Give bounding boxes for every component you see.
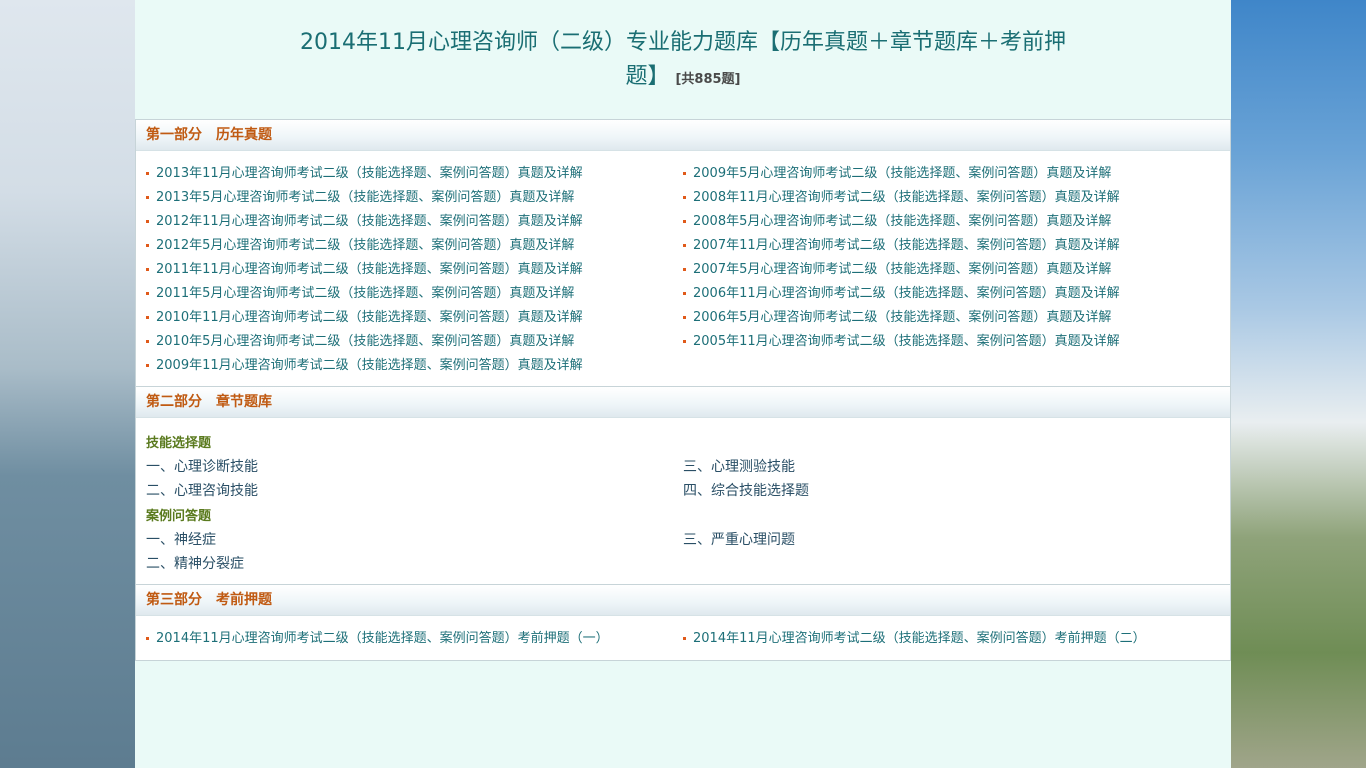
section-part-label: 第二部分 [146,394,202,410]
chapter-link[interactable]: 三、心理测验技能 [683,456,795,476]
subsection-title: 案例问答题 [146,509,212,524]
section-header: 第二部分 章节题库 [136,387,1230,418]
page-title: 2014年11月心理咨询师（二级）专业能力题库【历年真题＋章节题库＋考前押 题】… [135,0,1231,97]
chapter-link[interactable]: 一、心理诊断技能 [146,456,258,476]
section-divider [135,660,1231,661]
section-name: 章节题库 [216,394,272,410]
exam-link[interactable]: 2013年11月心理咨询师考试二级（技能选择题、案例问答题）真题及详解 [146,162,583,186]
exam-link[interactable]: 2011年11月心理咨询师考试二级（技能选择题、案例问答题）真题及详解 [146,258,583,282]
chapter-link[interactable]: 三、严重心理问题 [683,529,795,549]
exam-link[interactable]: 2012年11月心理咨询师考试二级（技能选择题、案例问答题）真题及详解 [146,210,583,234]
section-header: 第三部分 考前押题 [136,585,1230,616]
exam-link[interactable]: 2008年11月心理咨询师考试二级（技能选择题、案例问答题）真题及详解 [683,186,1120,210]
section-past-exams: 第一部分 历年真题 2013年11月心理咨询师考试二级（技能选择题、案例问答题）真… [135,119,1231,387]
page-title-line2: 题】 [625,64,670,89]
section-chapter-bank: 第二部分 章节题库 技能选择题 一、心理诊断技能 三、心理测验技能 二、心理咨询技… [135,386,1231,585]
exam-link[interactable]: 2013年5月心理咨询师考试二级（技能选择题、案例问答题）真题及详解 [146,186,574,210]
exam-link[interactable]: 2012年5月心理咨询师考试二级（技能选择题、案例问答题）真题及详解 [146,234,574,258]
exam-link[interactable]: 2007年11月心理咨询师考试二级（技能选择题、案例问答题）真题及详解 [683,234,1120,258]
section-name: 历年真题 [216,127,272,143]
chapter-link[interactable]: 一、神经症 [146,529,216,549]
exam-link[interactable]: 2008年5月心理咨询师考试二级（技能选择题、案例问答题）真题及详解 [683,210,1111,234]
question-count: [共885题] [675,72,741,87]
background-left [0,0,135,768]
exam-link[interactable]: 2011年5月心理咨询师考试二级（技能选择题、案例问答题）真题及详解 [146,282,574,306]
section-header: 第一部分 历年真题 [136,120,1230,151]
exam-link[interactable]: 2007年5月心理咨询师考试二级（技能选择题、案例问答题）真题及详解 [683,258,1111,282]
page-title-line1: 2014年11月心理咨询师（二级）专业能力题库【历年真题＋章节题库＋考前押 [300,30,1066,55]
chapter-link[interactable]: 四、综合技能选择题 [683,480,809,500]
chapter-link[interactable]: 二、精神分裂症 [146,553,244,573]
pre-exam-link[interactable]: 2014年11月心理咨询师考试二级（技能选择题、案例问答题）考前押题（一） [146,627,609,651]
chapter-link[interactable]: 二、心理咨询技能 [146,480,258,500]
exam-link[interactable]: 2010年5月心理咨询师考试二级（技能选择题、案例问答题）真题及详解 [146,330,574,354]
exam-link[interactable]: 2005年11月心理咨询师考试二级（技能选择题、案例问答题）真题及详解 [683,330,1120,354]
exam-link[interactable]: 2010年11月心理咨询师考试二级（技能选择题、案例问答题）真题及详解 [146,306,583,330]
background-right [1230,0,1366,768]
pre-exam-link[interactable]: 2014年11月心理咨询师考试二级（技能选择题、案例问答题）考前押题（二） [683,627,1146,651]
exam-link[interactable]: 2009年5月心理咨询师考试二级（技能选择题、案例问答题）真题及详解 [683,162,1111,186]
section-part-label: 第三部分 [146,592,202,608]
content-page: 2014年11月心理咨询师（二级）专业能力题库【历年真题＋章节题库＋考前押 题】… [135,0,1231,768]
section-name: 考前押题 [216,592,272,608]
section-pre-exam: 第三部分 考前押题 2014年11月心理咨询师考试二级（技能选择题、案例问答题）考… [135,584,1231,661]
exam-link[interactable]: 2009年11月心理咨询师考试二级（技能选择题、案例问答题）真题及详解 [146,354,583,378]
exam-link[interactable]: 2006年5月心理咨询师考试二级（技能选择题、案例问答题）真题及详解 [683,306,1111,330]
exam-link[interactable]: 2006年11月心理咨询师考试二级（技能选择题、案例问答题）真题及详解 [683,282,1120,306]
subsection-title: 技能选择题 [146,436,212,451]
section-part-label: 第一部分 [146,127,202,143]
